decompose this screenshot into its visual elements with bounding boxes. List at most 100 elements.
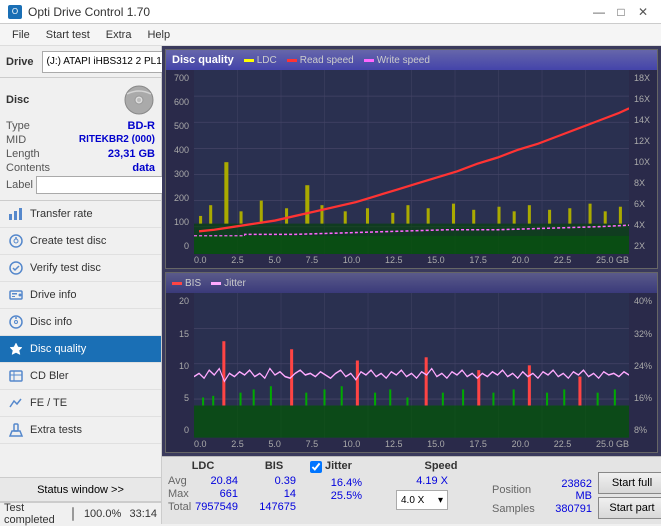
legend-jitter: Jitter (211, 278, 246, 289)
label-input[interactable] (36, 176, 174, 194)
label-key: Label (6, 179, 33, 191)
bis-avg-value: 0.39 (244, 475, 296, 487)
yr-18x: 18X (631, 73, 650, 83)
upper-chart-inner: 700 600 500 400 300 200 100 0 (166, 70, 657, 254)
close-button[interactable]: ✕ (633, 3, 653, 21)
type-key: Type (6, 120, 30, 132)
x-25: 2.5 (231, 255, 244, 267)
speed-combo-selector[interactable]: 4.0 X ▾ (396, 490, 448, 510)
sidebar-item-fe-te[interactable]: FE / TE (0, 390, 161, 417)
yr-14x: 14X (631, 115, 650, 125)
progress-bar-container (72, 507, 74, 521)
samples-label: Samples (492, 503, 542, 515)
drive-label: Drive (6, 56, 34, 68)
extra-tests-icon (8, 422, 24, 438)
speed-combo-row: 4.0 X ▾ (396, 490, 486, 510)
upper-chart-svg-area (194, 70, 629, 254)
titlebar: O Opti Drive Control 1.70 — □ ✕ (0, 0, 661, 24)
y-label-700: 700 (174, 73, 192, 83)
sidebar-item-create-test-disc-label: Create test disc (30, 235, 106, 247)
yr-32pct: 32% (631, 329, 652, 339)
yl-20: 20 (179, 296, 192, 306)
bx-25: 2.5 (231, 439, 244, 451)
x-250: 25.0 GB (596, 255, 629, 267)
status-window-button[interactable]: Status window >> (0, 478, 161, 502)
bis-avg-row: 0.39 (244, 475, 304, 487)
upper-y-axis-left: 700 600 500 400 300 200 100 0 (166, 70, 194, 254)
ldc-total-value: 7957549 (195, 501, 238, 513)
speed-combo-value: 4.0 X (401, 495, 424, 506)
type-value: BD-R (128, 120, 156, 132)
maximize-button[interactable]: □ (611, 3, 631, 21)
upper-chart-panel: Disc quality LDC Read speed Write speed (165, 49, 658, 269)
sidebar-item-disc-info-label: Disc info (30, 316, 72, 328)
menubar: File Start test Extra Help (0, 24, 661, 46)
mid-key: MID (6, 134, 26, 146)
lower-chart-svg-area (194, 293, 629, 438)
menu-start-test[interactable]: Start test (38, 27, 98, 43)
chart-wrapper: Disc quality LDC Read speed Write speed (162, 46, 661, 456)
total-label: Total (168, 501, 192, 513)
upper-chart-header: Disc quality LDC Read speed Write speed (166, 50, 657, 70)
upper-y-axis-right: 18X 16X 14X 12X 10X 8X 6X 4X 2X (629, 70, 657, 254)
ldc-avg-row: Avg 20.84 (168, 475, 238, 487)
lower-chart-svg (194, 293, 629, 438)
legend-read-speed-label: Read speed (300, 55, 354, 66)
sidebar: Drive (J:) ATAPI iHBS312 2 PL17 ▾ ⏏ Spee… (0, 46, 162, 524)
right-content: Disc quality LDC Read speed Write speed (162, 46, 661, 524)
legend-write-speed-label: Write speed (377, 55, 430, 66)
sidebar-item-transfer-rate[interactable]: Transfer rate (0, 201, 161, 228)
legend-ldc-label: LDC (257, 55, 277, 66)
y-label-300: 300 (174, 169, 192, 179)
sidebar-item-disc-info[interactable]: Disc info (0, 309, 161, 336)
menu-file[interactable]: File (4, 27, 38, 43)
sidebar-item-create-test-disc[interactable]: Create test disc (0, 228, 161, 255)
position-value: 23862 MB (545, 478, 592, 502)
bx-0: 0.0 (194, 439, 207, 451)
drive-info-icon (8, 287, 24, 303)
nav-list: Transfer rate Create test disc Verify te… (0, 201, 161, 477)
sidebar-item-disc-quality-label: Disc quality (30, 343, 86, 355)
yr-24pct: 24% (631, 361, 652, 371)
progress-percent: 100.0% (84, 508, 121, 520)
sidebar-item-extra-tests[interactable]: Extra tests (0, 417, 161, 444)
yr-6x: 6X (631, 199, 645, 209)
app-icon: O (8, 5, 22, 19)
jitter-stats-col: Jitter 16.4% 25.5% (310, 460, 390, 502)
x-175: 17.5 (469, 255, 487, 267)
sidebar-item-extra-tests-label: Extra tests (30, 424, 82, 436)
length-key: Length (6, 148, 40, 160)
sidebar-item-cd-bler[interactable]: CD Bler (0, 363, 161, 390)
y-label-0: 0 (184, 241, 192, 251)
x-150: 15.0 (427, 255, 445, 267)
jitter-header: Jitter (325, 460, 352, 474)
y-label-200: 200 (174, 193, 192, 203)
menu-help[interactable]: Help (139, 27, 178, 43)
yr-10x: 10X (631, 157, 650, 167)
legend-bis: BIS (172, 278, 201, 289)
bx-175: 17.5 (469, 439, 487, 451)
x-200: 20.0 (512, 255, 530, 267)
drive-combo-text: (J:) ATAPI iHBS312 2 PL17 (47, 56, 168, 67)
bis-max-row: 14 (244, 488, 304, 500)
minimize-button[interactable]: — (589, 3, 609, 21)
legend-read-speed-color (287, 59, 297, 62)
sidebar-item-verify-test-disc[interactable]: Verify test disc (0, 255, 161, 282)
legend-ldc: LDC (244, 55, 277, 66)
upper-x-axis: 0.0 2.5 5.0 7.5 10.0 12.5 15.0 17.5 20.0… (166, 254, 657, 268)
max-label: Max (168, 488, 194, 500)
speed-stats-col: Speed 4.19 X 4.0 X ▾ (396, 460, 486, 510)
sidebar-item-disc-quality[interactable]: Disc quality (0, 336, 161, 363)
sidebar-item-drive-info[interactable]: Drive info (0, 282, 161, 309)
ldc-header: LDC (168, 460, 238, 474)
yl-10: 10 (179, 361, 192, 371)
drive-toolbar: Drive (J:) ATAPI iHBS312 2 PL17 ▾ ⏏ Spee… (0, 46, 161, 78)
bis-max-value: 14 (244, 488, 296, 500)
start-part-button[interactable]: Start part (598, 497, 661, 519)
lower-y-axis-left: 20 15 10 5 0 (166, 293, 194, 438)
start-full-button[interactable]: Start full (598, 472, 661, 494)
jitter-checkbox[interactable] (310, 461, 322, 473)
speed-stats-header: Speed (396, 460, 486, 474)
menu-extra[interactable]: Extra (98, 27, 140, 43)
yr-8x: 8X (631, 178, 645, 188)
